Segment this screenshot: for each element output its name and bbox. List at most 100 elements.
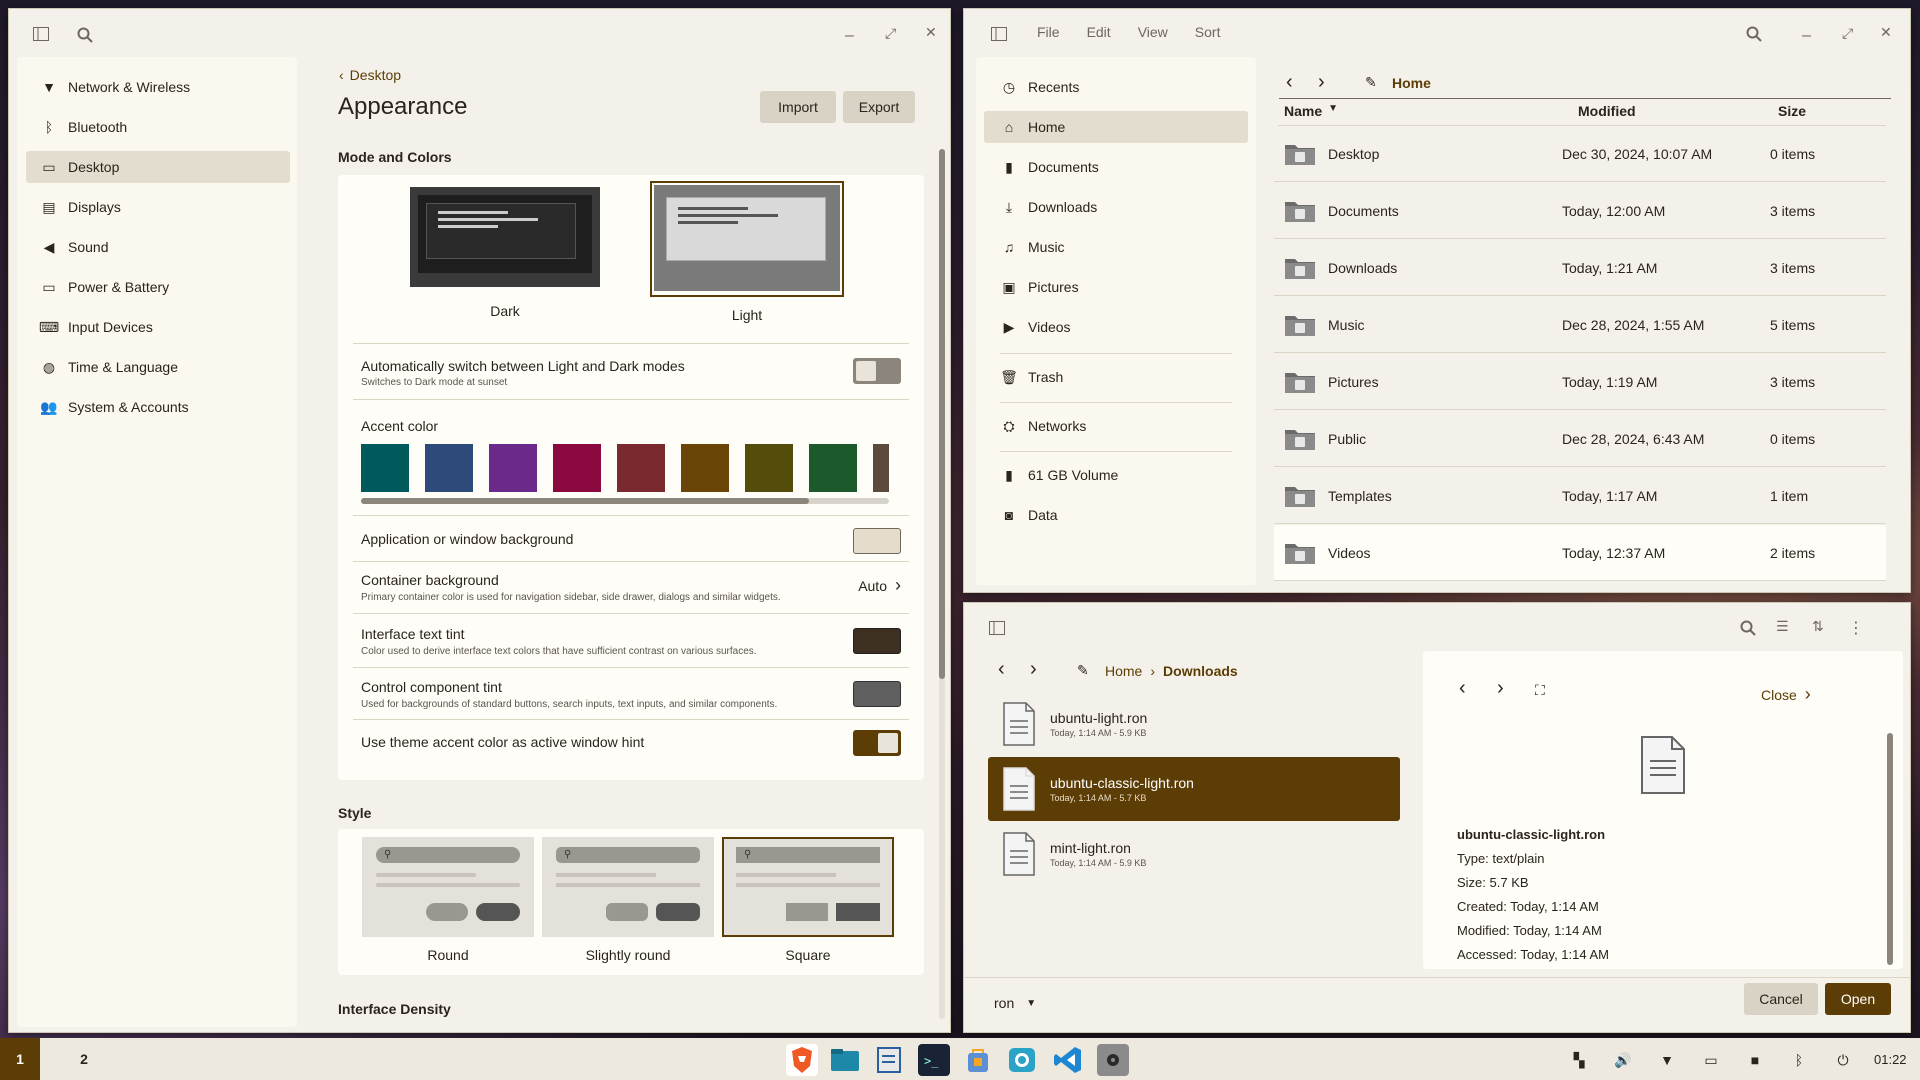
sidebar-toggle-icon[interactable] bbox=[991, 27, 1007, 41]
control-tint-swatch[interactable] bbox=[853, 681, 901, 707]
search-icon[interactable] bbox=[77, 27, 93, 43]
accent-scrollbar[interactable] bbox=[361, 498, 889, 504]
text-tint-swatch[interactable] bbox=[853, 628, 901, 654]
details-scrollbar[interactable] bbox=[1887, 733, 1893, 965]
forward-button[interactable]: › bbox=[1318, 71, 1325, 94]
sidebar-item-downloads[interactable]: ⤓ Downloads bbox=[984, 191, 1248, 223]
editor-icon[interactable] bbox=[873, 1044, 905, 1076]
fullscreen-icon[interactable]: ⛶ bbox=[1535, 682, 1545, 699]
filter-dropdown[interactable]: ron ▼ bbox=[994, 989, 1036, 1017]
sidebar-item-videos[interactable]: ▶ Videos bbox=[984, 311, 1248, 343]
auto-switch-toggle[interactable] bbox=[853, 358, 901, 384]
back-button[interactable]: ‹ bbox=[1286, 71, 1293, 94]
table-row[interactable]: Documents Today, 12:00 AM 3 items bbox=[1274, 183, 1886, 239]
accent-swatch[interactable] bbox=[617, 444, 665, 492]
sidebar-item-music[interactable]: ♫ Music bbox=[984, 231, 1248, 263]
sidebar-item-accounts[interactable]: 👥 System & Accounts bbox=[26, 391, 290, 423]
maximize-icon[interactable]: ⤢ bbox=[885, 25, 896, 42]
sidebar-item-power[interactable]: ▭ Power & Battery bbox=[26, 271, 290, 303]
path-home[interactable]: Home bbox=[1105, 663, 1142, 679]
menu-edit[interactable]: Edit bbox=[1087, 24, 1111, 40]
settings-scrollbar[interactable] bbox=[939, 149, 945, 1019]
table-row[interactable]: Videos Today, 12:37 AM 2 items bbox=[1274, 525, 1886, 581]
notifications-icon[interactable]: ■ bbox=[1744, 1050, 1766, 1070]
accent-swatch[interactable] bbox=[489, 444, 537, 492]
table-row[interactable]: Pictures Today, 1:19 AM 3 items bbox=[1274, 354, 1886, 410]
prev-file-button[interactable]: ‹ bbox=[1459, 677, 1466, 700]
close-details-button[interactable]: Close › bbox=[1761, 684, 1811, 705]
workspace-1-button[interactable]: 1 bbox=[0, 1038, 40, 1080]
edit-path-icon[interactable]: ✎ bbox=[1365, 74, 1377, 91]
terminal-icon[interactable]: >_ bbox=[918, 1044, 950, 1076]
maximize-icon[interactable]: ⤢ bbox=[1842, 25, 1853, 42]
list-item[interactable]: ubuntu-light.ron Today, 1:14 AM - 5.9 KB bbox=[988, 692, 1400, 756]
list-view-icon[interactable]: ☰ bbox=[1776, 618, 1789, 635]
sidebar-item-home[interactable]: ⌂ Home bbox=[984, 111, 1248, 143]
column-header-name[interactable]: Name ▼ bbox=[1284, 103, 1338, 119]
menu-file[interactable]: File bbox=[1037, 24, 1060, 40]
sidebar-item-data[interactable]: ◙ Data bbox=[984, 499, 1248, 531]
more-options-icon[interactable]: ⋮ bbox=[1848, 618, 1864, 638]
store-icon[interactable] bbox=[962, 1044, 994, 1076]
accent-swatch[interactable] bbox=[745, 444, 793, 492]
sidebar-item-networks[interactable]: ⛭ Networks bbox=[984, 410, 1248, 442]
import-button[interactable]: Import bbox=[760, 91, 836, 123]
accent-scrollbar-thumb[interactable] bbox=[361, 498, 809, 504]
menu-sort[interactable]: Sort bbox=[1195, 24, 1221, 40]
sidebar-item-input[interactable]: ⌨ Input Devices bbox=[26, 311, 290, 343]
export-button[interactable]: Export bbox=[843, 91, 915, 123]
files-icon[interactable] bbox=[829, 1044, 861, 1076]
sidebar-item-bluetooth[interactable]: ᛒ Bluetooth bbox=[26, 111, 290, 143]
app-bg-swatch[interactable] bbox=[853, 528, 901, 554]
settings-icon[interactable] bbox=[1097, 1044, 1129, 1076]
sidebar-toggle-icon[interactable] bbox=[33, 27, 49, 41]
table-row[interactable]: Downloads Today, 1:21 AM 3 items bbox=[1274, 240, 1886, 296]
sidebar-item-time[interactable]: ◍ Time & Language bbox=[26, 351, 290, 383]
menu-view[interactable]: View bbox=[1138, 24, 1168, 40]
camera-icon[interactable] bbox=[1006, 1044, 1038, 1076]
sidebar-item-sound[interactable]: ◀ Sound bbox=[26, 231, 290, 263]
style-round-option[interactable]: ⚲ Round bbox=[362, 837, 534, 963]
sidebar-item-documents[interactable]: ▮ Documents bbox=[984, 151, 1248, 183]
sidebar-item-network[interactable]: ▼ Network & Wireless bbox=[26, 71, 290, 103]
container-bg-row[interactable]: Container background Primary container c… bbox=[353, 561, 909, 613]
next-file-button[interactable]: › bbox=[1497, 677, 1504, 700]
mode-light-option[interactable]: Light bbox=[650, 181, 844, 323]
table-row[interactable]: Desktop Dec 30, 2024, 10:07 AM 0 items bbox=[1274, 126, 1886, 182]
sidebar-item-recents[interactable]: ◷ Recents bbox=[984, 71, 1248, 103]
clock[interactable]: 01:22 bbox=[1874, 1052, 1907, 1067]
path-downloads[interactable]: Downloads bbox=[1163, 663, 1238, 679]
sidebar-toggle-icon[interactable] bbox=[989, 621, 1005, 635]
brave-icon[interactable] bbox=[786, 1044, 818, 1076]
close-icon[interactable]: ✕ bbox=[1880, 24, 1892, 41]
bluetooth-icon[interactable]: ᛒ bbox=[1788, 1050, 1810, 1070]
close-icon[interactable]: ✕ bbox=[925, 24, 937, 41]
column-header-size[interactable]: Size bbox=[1778, 103, 1806, 119]
sidebar-item-pictures[interactable]: ▣ Pictures bbox=[984, 271, 1248, 303]
sidebar-item-desktop[interactable]: ▭ Desktop bbox=[26, 151, 290, 183]
accent-swatch[interactable] bbox=[681, 444, 729, 492]
volume-icon[interactable]: 🔊 bbox=[1612, 1050, 1634, 1070]
list-item[interactable]: mint-light.ron Today, 1:14 AM - 5.9 KB bbox=[988, 822, 1400, 886]
sidebar-item-volume[interactable]: ▮ 61 GB Volume bbox=[984, 459, 1248, 491]
open-button[interactable]: Open bbox=[1825, 983, 1891, 1015]
edit-path-icon[interactable]: ✎ bbox=[1077, 662, 1089, 679]
wifi-icon[interactable]: ▼ bbox=[1656, 1050, 1678, 1070]
cancel-button[interactable]: Cancel bbox=[1744, 983, 1818, 1015]
table-row[interactable]: Public Dec 28, 2024, 6:43 AM 0 items bbox=[1274, 411, 1886, 467]
power-icon[interactable]: ⏻ bbox=[1832, 1050, 1854, 1070]
battery-icon[interactable]: ▭ bbox=[1700, 1050, 1722, 1070]
details-scrollbar-thumb[interactable] bbox=[1887, 733, 1893, 965]
minimize-icon[interactable]: ‒ bbox=[845, 27, 854, 45]
workspace-2-button[interactable]: 2 bbox=[64, 1038, 104, 1080]
sort-icon[interactable]: ⇅ bbox=[1812, 618, 1824, 635]
search-icon[interactable] bbox=[1746, 26, 1762, 42]
style-slightly-round-option[interactable]: ⚲ Slightly round bbox=[542, 837, 714, 963]
path-home[interactable]: Home bbox=[1392, 75, 1431, 91]
vscode-icon[interactable] bbox=[1052, 1044, 1084, 1076]
sidebar-item-trash[interactable]: 🗑 Trash bbox=[984, 361, 1248, 393]
sidebar-item-displays[interactable]: ▤ Displays bbox=[26, 191, 290, 223]
forward-button[interactable]: › bbox=[1030, 658, 1037, 681]
accent-swatch[interactable] bbox=[425, 444, 473, 492]
table-row[interactable]: Music Dec 28, 2024, 1:55 AM 5 items bbox=[1274, 297, 1886, 353]
